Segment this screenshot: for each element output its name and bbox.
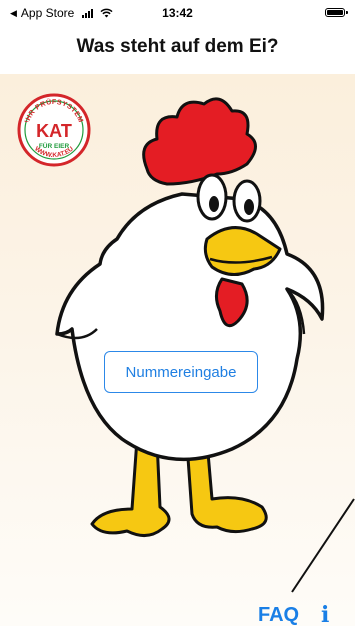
faq-link[interactable]: FAQ	[258, 604, 299, 626]
page-title: Was steht auf dem Ei?	[76, 36, 279, 57]
status-bar: ◀ App Store 13:42	[0, 0, 355, 28]
chicken-illustration	[55, 97, 325, 537]
screen: ◀ App Store 13:42 Was steht auf dem Ei?	[0, 0, 355, 626]
battery-icon	[325, 8, 348, 17]
status-time: 13:42	[162, 6, 193, 20]
info-icon[interactable]: i	[321, 602, 329, 626]
main-content: IHR PRÜFSYSTEM KAT FÜR EIER WWW.KAT.EU N…	[0, 74, 355, 626]
number-entry-button[interactable]: Nummereingabe	[104, 351, 258, 393]
